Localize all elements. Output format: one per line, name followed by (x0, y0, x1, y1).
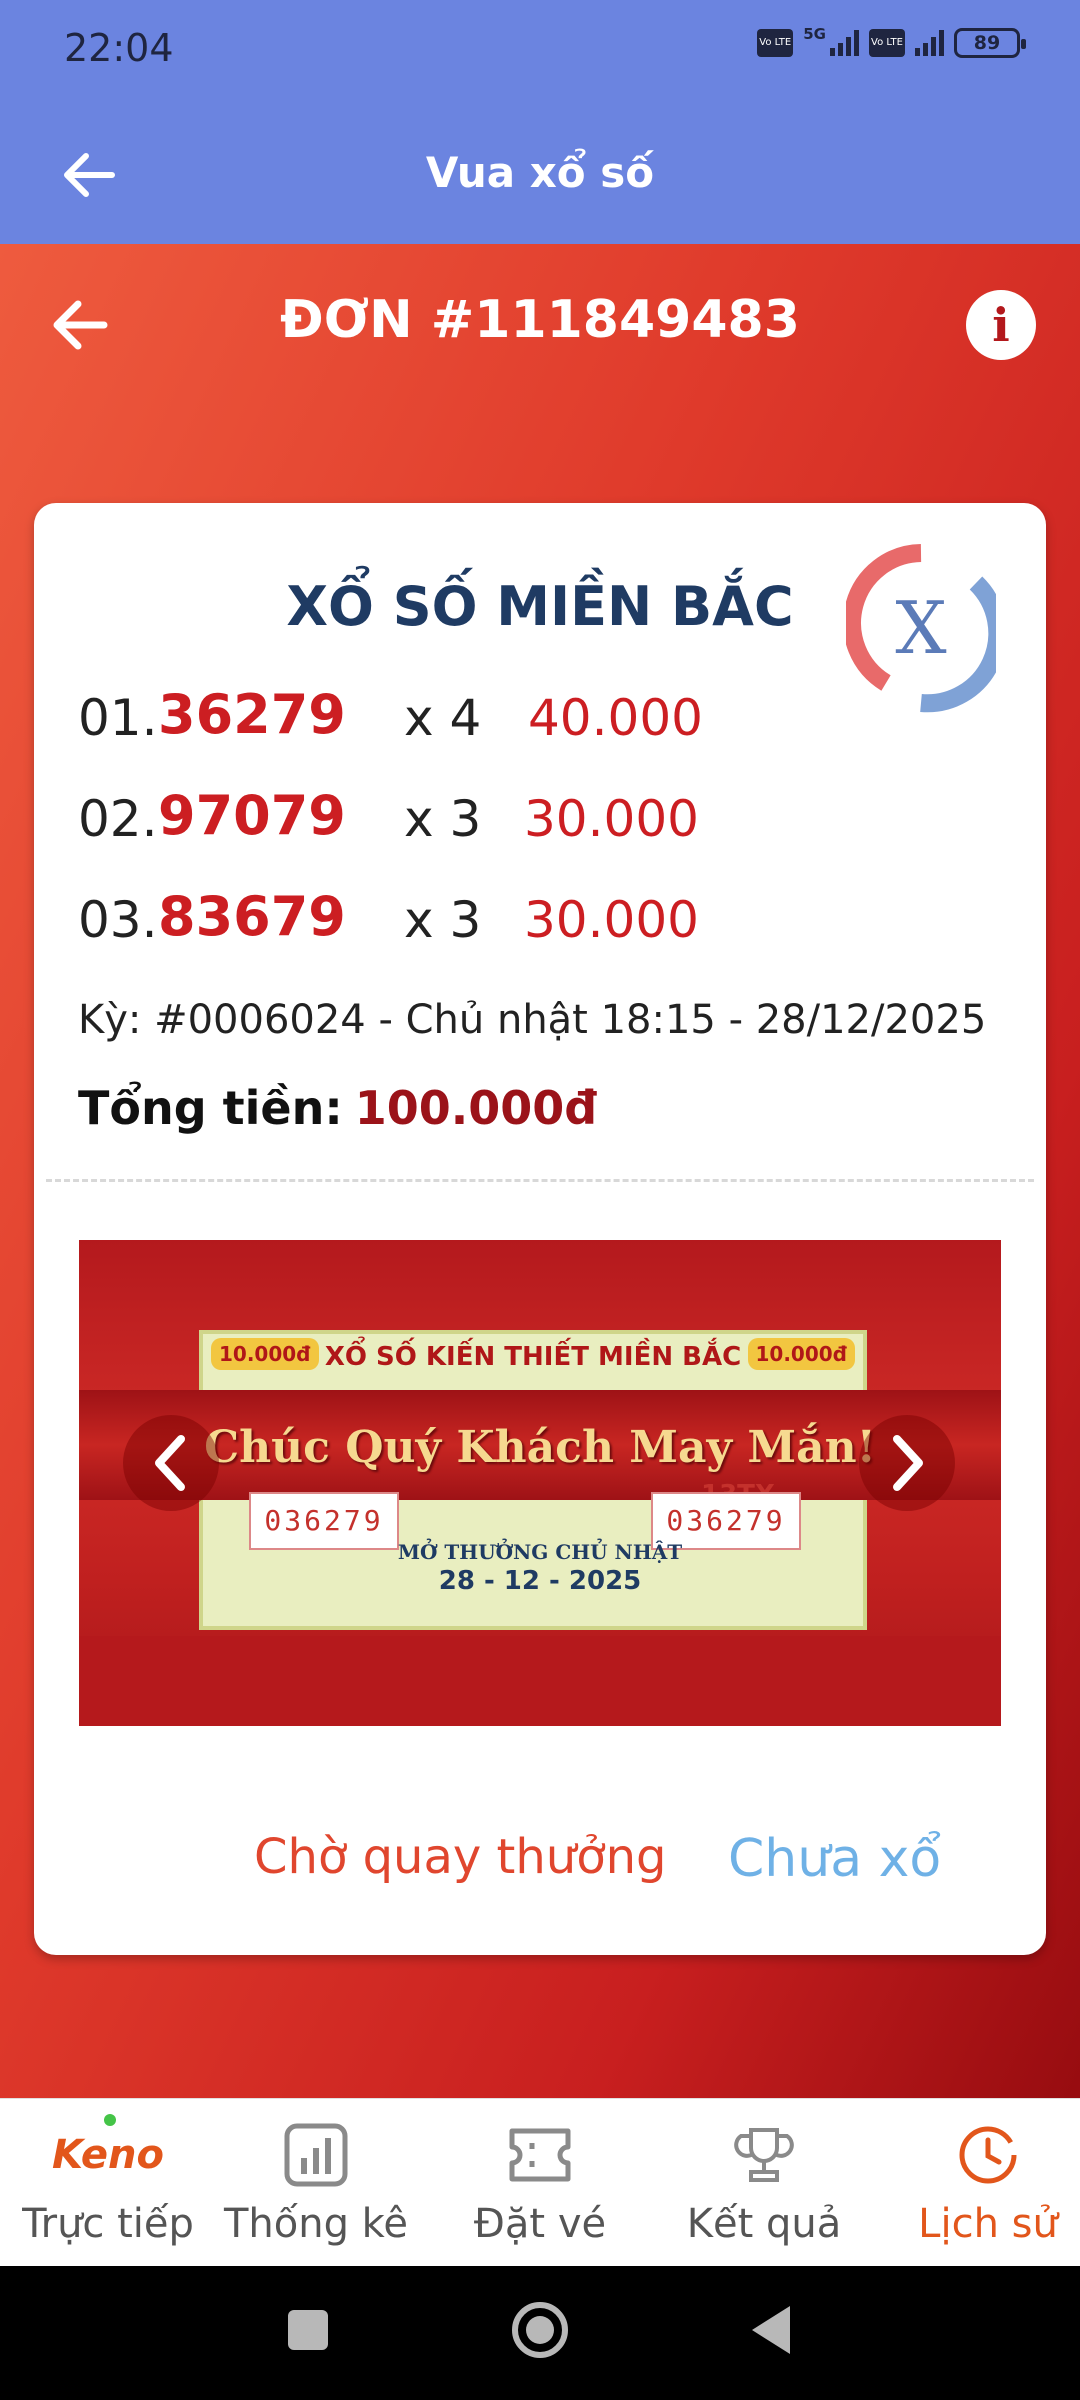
draw-day: MỞ THƯỞNG CHỦ NHẬT (397, 1540, 683, 1564)
total-amount: Tổng tiền: 100.000đ (78, 1081, 597, 1135)
ticket-line: 02. 97079 x 3 30.000 (78, 784, 978, 854)
line-index: 01. (78, 689, 158, 747)
bottom-nav: Keno Trực tiếp Thống kê Đặt vé Kết quả L… (0, 2098, 1080, 2266)
line-multiplier: x 4 (404, 689, 482, 747)
total-label: Tổng tiền: (78, 1081, 343, 1135)
signal-icon-2 (915, 30, 944, 56)
line-number: 97079 (158, 784, 346, 847)
status-time: 22:04 (64, 26, 174, 70)
total-value: 100.000đ (354, 1081, 598, 1135)
keno-icon: Keno (0, 2114, 216, 2191)
volte-icon-2: Vo LTE (869, 29, 905, 57)
ticket-price: 10.000đ (747, 1338, 855, 1370)
ticket-card: XỔ SỐ MIỀN BẮC X 01. 36279 x 4 40.000 02… (34, 503, 1046, 1955)
draw-date: 28 - 12 - 2025 (438, 1566, 642, 1596)
network-type: 5G (803, 25, 826, 43)
system-back-icon[interactable] (752, 2306, 790, 2354)
line-multiplier: x 3 (404, 790, 482, 848)
draw-status: Chưa xổ (728, 1829, 942, 1889)
status-icons: Vo LTE 5G Vo LTE 89 (757, 25, 1026, 58)
keno-logo: Keno (52, 2114, 164, 2178)
line-amount: 30.000 (524, 891, 699, 949)
waiting-status: Chờ quay thưởng (254, 1829, 667, 1885)
line-amount: 40.000 (528, 689, 703, 747)
line-index: 03. (78, 891, 158, 949)
nav-label: Thống kê (223, 2201, 409, 2247)
line-number: 83679 (158, 885, 346, 948)
draw-period: Kỳ: #0006024 - Chủ nhật 18:15 - 28/12/20… (78, 997, 987, 1043)
nav-item-ket-qua[interactable]: Kết quả (656, 2099, 872, 2267)
ticket-line: 01. 36279 x 4 40.000 (78, 683, 978, 753)
carousel-prev-button[interactable] (123, 1415, 219, 1511)
live-dot (104, 2114, 117, 2126)
ticket-photo-carousel[interactable]: 10.000đ XỔ SỐ KIẾN THIẾT MIỀN BẮC 10.000… (79, 1240, 1001, 1726)
nav-item-lich-su[interactable]: Lịch sử (880, 2099, 1080, 2267)
recents-icon[interactable] (288, 2310, 328, 2350)
carousel-next-button[interactable] (859, 1415, 955, 1511)
logo-letter: X (895, 586, 946, 670)
nav-item-thong-ke[interactable]: Thống kê (208, 2099, 424, 2267)
line-multiplier: x 3 (404, 891, 482, 949)
chevron-right-icon (893, 1435, 923, 1491)
chart-icon (208, 2119, 424, 2191)
nav-label: Đặt vé (473, 2201, 607, 2247)
line-amount: 30.000 (524, 790, 699, 848)
ticket-icon (432, 2119, 648, 2191)
line-number: 36279 (158, 683, 346, 746)
info-icon[interactable]: i (966, 290, 1036, 360)
trophy-icon (656, 2119, 872, 2191)
nav-item-dat-ve[interactable]: Đặt vé (432, 2099, 648, 2267)
app-title: Vua xổ số (425, 148, 655, 197)
volte-icon: Vo LTE (757, 29, 794, 57)
dashed-divider (46, 1179, 1034, 1182)
status-bar: 22:04 Vo LTE 5G Vo LTE 89 (0, 0, 1080, 100)
system-nav-bar (0, 2266, 1080, 2400)
home-icon[interactable] (512, 2302, 568, 2358)
nav-label: Lịch sử (918, 2201, 1058, 2247)
chevron-left-icon (155, 1435, 185, 1491)
nav-label: Kết quả (686, 2201, 842, 2247)
nav-item-truc-tiep[interactable]: Keno Trực tiếp (0, 2099, 216, 2267)
clock-icon (880, 2119, 1080, 2191)
signal-icon (830, 30, 859, 56)
order-title: ĐƠN #111849483 (280, 290, 800, 350)
line-index: 02. (78, 790, 158, 848)
app-bar: Vua xổ số (0, 100, 1080, 244)
photo-shade (79, 1636, 1001, 1726)
ticket-line: 03. 83679 x 3 30.000 (78, 885, 978, 955)
nav-label: Trực tiếp (22, 2201, 194, 2247)
battery-icon: 89 (954, 28, 1026, 58)
